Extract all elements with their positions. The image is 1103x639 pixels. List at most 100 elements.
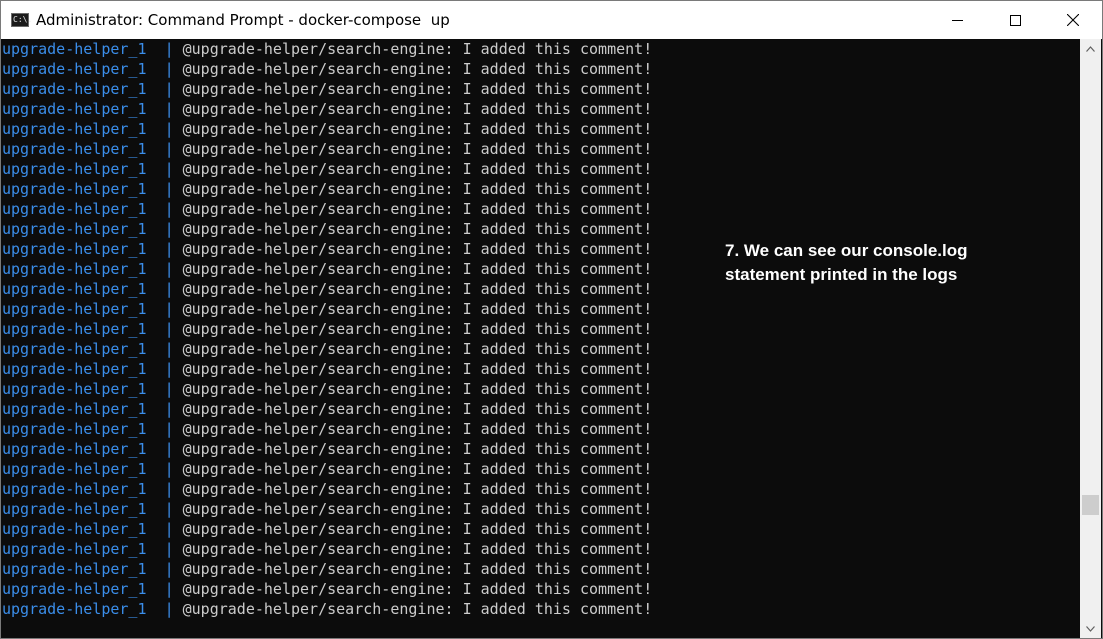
scroll-down-button[interactable] [1080,620,1101,637]
log-message: @upgrade-helper/search-engine: I added t… [182,400,653,418]
log-line: upgrade-helper_1 | @upgrade-helper/searc… [2,279,652,299]
log-separator: | [164,180,174,198]
log-line: upgrade-helper_1 | @upgrade-helper/searc… [2,319,652,339]
window-title: Administrator: Command Prompt - docker-c… [36,11,450,29]
window-controls [928,1,1102,39]
log-message: @upgrade-helper/search-engine: I added t… [182,60,653,78]
log-message: @upgrade-helper/search-engine: I added t… [182,120,653,138]
log-service-name: upgrade-helper_1 [2,520,147,538]
log-separator: | [164,60,174,78]
log-separator: | [164,480,174,498]
scroll-up-button[interactable] [1080,40,1101,57]
log-separator: | [164,560,174,578]
log-separator: | [164,40,174,58]
log-line: upgrade-helper_1 | @upgrade-helper/searc… [2,39,652,59]
minimize-button[interactable] [928,1,986,39]
log-service-name: upgrade-helper_1 [2,200,147,218]
chevron-down-icon [1086,625,1095,632]
log-message: @upgrade-helper/search-engine: I added t… [182,600,653,618]
log-service-name: upgrade-helper_1 [2,300,147,318]
log-separator: | [164,520,174,538]
maximize-icon [1009,14,1021,26]
log-message: @upgrade-helper/search-engine: I added t… [182,260,653,278]
log-separator: | [164,500,174,518]
log-line: upgrade-helper_1 | @upgrade-helper/searc… [2,399,652,419]
log-message: @upgrade-helper/search-engine: I added t… [182,560,653,578]
annotation-line-1: 7. We can see our console.log [725,241,968,260]
log-line: upgrade-helper_1 | @upgrade-helper/searc… [2,239,652,259]
log-service-name: upgrade-helper_1 [2,60,147,78]
log-separator: | [164,580,174,598]
log-line: upgrade-helper_1 | @upgrade-helper/searc… [2,539,652,559]
log-message: @upgrade-helper/search-engine: I added t… [182,80,653,98]
cmd-icon[interactable]: C:\. [11,13,33,27]
log-message: @upgrade-helper/search-engine: I added t… [182,100,653,118]
log-line: upgrade-helper_1 | @upgrade-helper/searc… [2,579,652,599]
log-service-name: upgrade-helper_1 [2,260,147,278]
log-service-name: upgrade-helper_1 [2,560,147,578]
log-service-name: upgrade-helper_1 [2,500,147,518]
log-message: @upgrade-helper/search-engine: I added t… [182,500,653,518]
log-separator: | [164,440,174,458]
log-message: @upgrade-helper/search-engine: I added t… [182,160,653,178]
log-separator: | [164,360,174,378]
close-button[interactable] [1044,1,1102,39]
log-line: upgrade-helper_1 | @upgrade-helper/searc… [2,59,652,79]
log-line: upgrade-helper_1 | @upgrade-helper/searc… [2,459,652,479]
log-separator: | [164,80,174,98]
log-separator: | [164,380,174,398]
log-separator: | [164,300,174,318]
log-service-name: upgrade-helper_1 [2,580,147,598]
log-line: upgrade-helper_1 | @upgrade-helper/searc… [2,259,652,279]
maximize-button[interactable] [986,1,1044,39]
log-separator: | [164,420,174,438]
log-service-name: upgrade-helper_1 [2,420,147,438]
log-separator: | [164,460,174,478]
log-service-name: upgrade-helper_1 [2,120,147,138]
annotation-line-2: statement printed in the logs [725,265,958,284]
log-line: upgrade-helper_1 | @upgrade-helper/searc… [2,339,652,359]
log-message: @upgrade-helper/search-engine: I added t… [182,520,653,538]
log-service-name: upgrade-helper_1 [2,140,147,158]
log-message: @upgrade-helper/search-engine: I added t… [182,140,653,158]
log-separator: | [164,320,174,338]
log-message: @upgrade-helper/search-engine: I added t… [182,460,653,478]
log-separator: | [164,340,174,358]
log-message: @upgrade-helper/search-engine: I added t… [182,540,653,558]
log-line: upgrade-helper_1 | @upgrade-helper/searc… [2,599,652,619]
command-prompt-window: C:\. Administrator: Command Prompt - doc… [0,0,1103,639]
cmd-icon-glyph: C:\. [13,15,33,24]
log-service-name: upgrade-helper_1 [2,380,147,398]
log-message: @upgrade-helper/search-engine: I added t… [182,280,653,298]
log-service-name: upgrade-helper_1 [2,440,147,458]
log-service-name: upgrade-helper_1 [2,540,147,558]
title-bar[interactable]: C:\. Administrator: Command Prompt - doc… [1,1,1102,39]
log-service-name: upgrade-helper_1 [2,360,147,378]
log-separator: | [164,260,174,278]
log-line: upgrade-helper_1 | @upgrade-helper/searc… [2,299,652,319]
log-service-name: upgrade-helper_1 [2,100,147,118]
log-line: upgrade-helper_1 | @upgrade-helper/searc… [2,179,652,199]
log-service-name: upgrade-helper_1 [2,460,147,478]
log-separator: | [164,120,174,138]
log-message: @upgrade-helper/search-engine: I added t… [182,360,653,378]
log-service-name: upgrade-helper_1 [2,40,147,58]
log-message: @upgrade-helper/search-engine: I added t… [182,580,653,598]
log-separator: | [164,160,174,178]
log-separator: | [164,200,174,218]
log-message: @upgrade-helper/search-engine: I added t… [182,240,653,258]
log-separator: | [164,540,174,558]
log-line: upgrade-helper_1 | @upgrade-helper/searc… [2,499,652,519]
log-line: upgrade-helper_1 | @upgrade-helper/searc… [2,139,652,159]
log-line: upgrade-helper_1 | @upgrade-helper/searc… [2,519,652,539]
log-line: upgrade-helper_1 | @upgrade-helper/searc… [2,159,652,179]
scrollbar-thumb[interactable] [1082,495,1099,515]
console-output[interactable]: upgrade-helper_1 | @upgrade-helper/searc… [1,39,1081,638]
log-service-name: upgrade-helper_1 [2,320,147,338]
log-service-name: upgrade-helper_1 [2,600,147,618]
log-line: upgrade-helper_1 | @upgrade-helper/searc… [2,79,652,99]
log-separator: | [164,140,174,158]
vertical-scrollbar[interactable] [1080,39,1101,638]
log-separator: | [164,400,174,418]
log-line: upgrade-helper_1 | @upgrade-helper/searc… [2,559,652,579]
